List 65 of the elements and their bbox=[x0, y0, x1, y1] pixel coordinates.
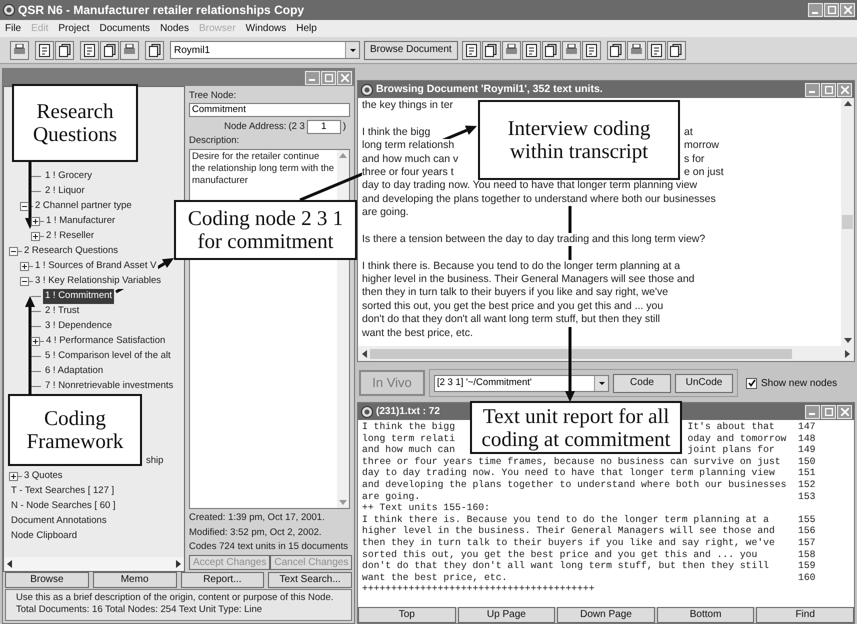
transcript-text: then they in turn talk to their buyers if you like and say right, we've bbox=[362, 286, 668, 300]
annotation-tooltip: Coding node 2 3 1 for commitment bbox=[174, 200, 357, 260]
transcript-text: long term relationsh bbox=[362, 139, 454, 153]
text-unit-number: 159 bbox=[798, 560, 816, 572]
report-text: I think there is. Because you tend to do the longer term planning at a bbox=[362, 514, 769, 525]
report-text: joint plans for bbox=[688, 444, 775, 456]
report-text: then they in turn talk to their buyers if you like and say right, we've bbox=[362, 536, 775, 548]
text-unit-number: 150 bbox=[798, 456, 816, 468]
report-text: want the best price, etc. bbox=[362, 572, 508, 583]
text-unit-number: 149 bbox=[798, 444, 816, 456]
status-text: Use this as a brief description of the origin, content or purpose of this Node. bbox=[16, 592, 334, 604]
transcript-text: e on just bbox=[684, 166, 724, 180]
transcript-text: sorted this out, you get the best price and you get this and ... you bbox=[362, 300, 664, 314]
annotation-tooltip: Text unit report for all coding at commitment bbox=[470, 401, 682, 454]
window-title: QSR N6 - Manufacturer retailer relationships Copy bbox=[18, 2, 304, 19]
coding-count: Codes 724 text units in 15 documents bbox=[189, 540, 349, 554]
report-text: and developing the plans together to understand where both our businesses bbox=[362, 478, 786, 490]
text-unit-number: 158 bbox=[798, 548, 816, 560]
checkbox-label: Show new nodes bbox=[761, 376, 838, 390]
created-date: Created: 1:39 pm, Oct 17, 2001. bbox=[189, 511, 326, 526]
text-unit-number: 155 bbox=[798, 514, 816, 526]
field-label: Node Address: bbox=[224, 120, 286, 134]
transcript-text: want the best price, etc. bbox=[362, 326, 473, 340]
document-name: Roymil1 bbox=[173, 44, 212, 58]
window-title: (231)1.txt : 72 bbox=[376, 405, 440, 419]
annotation-tooltip: Interview coding within transcript bbox=[478, 100, 680, 180]
report-text: sorted this out, you get the best price and you get this and ... you bbox=[362, 548, 758, 560]
transcript-text: three or four years t bbox=[362, 166, 454, 180]
transcript-text: I think there is. Because you tend to do the longer term planning at a bbox=[362, 260, 680, 274]
transcript-text: are going. bbox=[362, 206, 409, 220]
transcript-text: don't do that they don't all want long term stuff, but then they still bbox=[362, 313, 660, 327]
transcript-text: higher level in the business. Their General Managers will see those and bbox=[362, 273, 694, 286]
modified-date: Modified: 3:52 pm, Oct 2, 2002. bbox=[189, 526, 323, 540]
status-text: Total Documents: 16 Total Nodes: 254 Text Unit Type: Line bbox=[16, 604, 264, 616]
node-select-value: [2 3 1] '~/Commitment' bbox=[436, 376, 533, 390]
annotation-tooltip: Research Questions bbox=[12, 84, 138, 162]
transcript-text: I think the bigg bbox=[362, 126, 430, 140]
text-unit-number: 156 bbox=[798, 525, 816, 537]
report-text: long term relati bbox=[362, 432, 456, 444]
transcript-text: day to day trading now. You need to have that longer term planning view bbox=[362, 179, 698, 193]
report-text: are going. bbox=[362, 490, 420, 502]
report-text: day to day trading now. You need to have that longer term planning view bbox=[362, 467, 775, 478]
address-suffix: ) bbox=[342, 120, 346, 134]
transcript-text: Is there a tension between the day to day trading and this long term view? bbox=[362, 232, 706, 246]
report-text: oday and tomorrow bbox=[688, 432, 786, 444]
text-unit-number: 153 bbox=[798, 490, 816, 502]
transcript-text: the key things in ter bbox=[362, 99, 454, 112]
text-unit-number: 160 bbox=[798, 572, 816, 584]
text-unit-number: 157 bbox=[798, 536, 816, 549]
address-prefix: (2 3 bbox=[288, 120, 305, 134]
report-text: higher level in the business. Their General Managers will see those and bbox=[362, 525, 775, 536]
text-unit-number: 148 bbox=[798, 432, 816, 444]
field-label: Tree Node: bbox=[189, 89, 238, 103]
report-text: three or four years time frames, because no business can survive on just bbox=[362, 456, 781, 467]
transcript-text: and how much can v bbox=[362, 152, 458, 166]
text-unit-number: 147 bbox=[798, 421, 816, 433]
text-unit-number: 152 bbox=[798, 478, 816, 491]
field-label: Description: bbox=[189, 134, 240, 148]
text-unit-number: 151 bbox=[798, 467, 816, 479]
report-text: don't do that they don't all want long term stuff, but then they still bbox=[362, 560, 769, 572]
report-text: I think the bigg bbox=[362, 421, 456, 433]
annotation-tooltip: Coding Framework bbox=[8, 394, 142, 466]
transcript-text: and developing the plans together to understand where both our businesses bbox=[362, 192, 716, 206]
window-title: Browsing Document 'Roymil1', 352 text units. bbox=[376, 82, 603, 97]
report-text: ++ Text units 155-160: bbox=[362, 502, 490, 514]
